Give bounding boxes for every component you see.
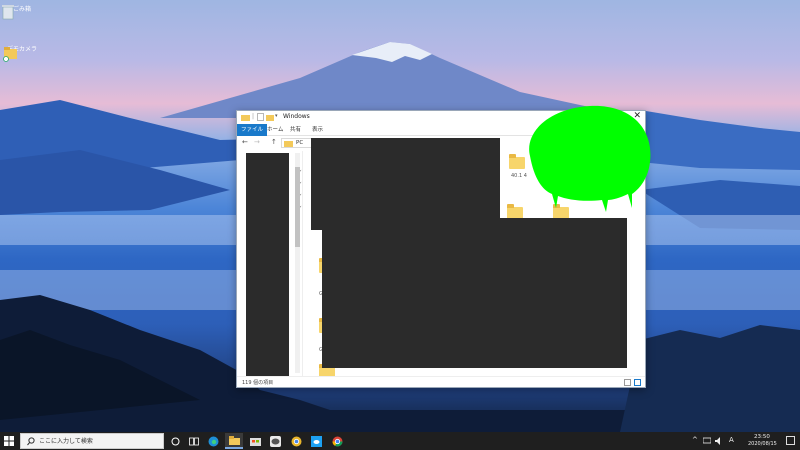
edge-button[interactable] (204, 433, 222, 449)
file-explorer-button[interactable] (225, 433, 243, 449)
cortana-icon (171, 437, 179, 445)
tab-share[interactable]: 共有 (286, 124, 305, 136)
chrome-button[interactable] (328, 433, 346, 449)
up-button[interactable]: ↑ (271, 138, 277, 146)
redacted-region (311, 138, 500, 230)
chrome-icon (332, 436, 342, 446)
chrome-icon (291, 436, 301, 446)
taskbar: ここに入力して検索 ^ A 23:50 2020/08/15 (0, 432, 800, 450)
store-icon (249, 438, 261, 446)
properties-icon[interactable] (257, 113, 264, 121)
network-icon[interactable] (703, 437, 711, 445)
twitter-icon (310, 435, 322, 447)
clock-date[interactable]: 2020/08/15 (748, 441, 777, 447)
folder-shortcut-icon (3, 47, 17, 62)
back-button[interactable]: ← (242, 138, 248, 146)
quick-access-dropdown-icon[interactable]: ▾ (275, 113, 278, 121)
edge-icon (208, 436, 218, 446)
store-button[interactable] (246, 433, 264, 449)
taskbar-search-input[interactable]: ここに入力して検索 (20, 433, 164, 449)
windows-start-icon[interactable] (4, 436, 14, 446)
volume-icon[interactable] (715, 437, 723, 445)
desktop-icon-folder-shortcut[interactable]: デモカメラ (2, 44, 42, 62)
line-icon (269, 435, 281, 447)
details-view-button[interactable] (624, 379, 631, 386)
tab-view[interactable]: 表示 (308, 124, 327, 136)
item-count: 119 個の項目 (242, 380, 274, 386)
folder-icon (241, 115, 250, 121)
navigation-scrollbar[interactable] (295, 153, 300, 373)
desktop-icon-recycle-bin[interactable]: ごみ箱 (2, 4, 42, 20)
large-icons-view-button[interactable] (634, 379, 641, 386)
search-icon (27, 437, 35, 446)
desktop-icon-label: ごみ箱 (12, 6, 31, 13)
green-redaction-blob (529, 105, 651, 212)
redacted-region (246, 153, 289, 376)
redacted-region (322, 218, 627, 368)
search-placeholder: ここに入力して検索 (39, 438, 93, 445)
cortana-button[interactable] (166, 433, 184, 449)
line-button[interactable] (266, 433, 284, 449)
window-title: Windows (283, 113, 310, 120)
chrome-button[interactable] (287, 433, 305, 449)
notification-center-icon[interactable] (786, 436, 795, 445)
new-folder-icon[interactable] (266, 113, 274, 121)
twitter-button[interactable] (307, 433, 325, 449)
clock-time[interactable]: 23:50 (754, 434, 770, 440)
forward-button[interactable]: → (254, 138, 260, 146)
tray-overflow-icon[interactable]: ^ (692, 436, 698, 444)
address-path: PC (296, 140, 304, 146)
recycle-bin-icon (2, 5, 14, 20)
file-explorer-icon (228, 435, 240, 445)
ime-mode-indicator[interactable]: A (729, 436, 734, 444)
scrollbar-thumb[interactable] (295, 167, 300, 247)
status-bar: 119 個の項目 (237, 376, 645, 387)
tab-home[interactable]: ホーム (263, 124, 287, 136)
folder-icon (284, 141, 293, 147)
task-view-button[interactable] (185, 433, 203, 449)
task-view-icon (189, 437, 199, 445)
